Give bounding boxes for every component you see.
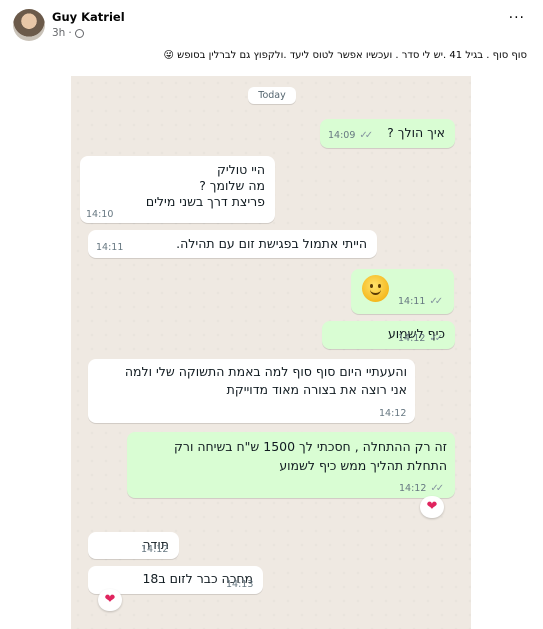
message-time: 14:09 xyxy=(328,130,356,141)
message-time: 14:13 xyxy=(226,579,254,590)
message-bubble-incoming: הייתי אתמול בפגישת זום עם תהילה. 14:11 xyxy=(88,230,377,258)
message-time: 14:12 xyxy=(399,483,427,494)
message-status: 14:09 ✓✓ xyxy=(328,128,373,144)
message-time: 14:11 xyxy=(398,296,426,307)
message-bubble-incoming: והעעתיי היום סוף סוף למה באמת התשוקה שלי… xyxy=(88,359,415,423)
message-status: 14:12 ✓✓ xyxy=(399,481,444,497)
globe-icon xyxy=(74,28,84,38)
message-text: זה רק ההתחלה , חסכתי לך 1500 ש"ח בשיחה ו… xyxy=(174,437,447,475)
read-receipt-icon: ✓✓ xyxy=(359,130,373,141)
date-divider: Today xyxy=(248,87,296,104)
read-receipt-icon: ✓✓ xyxy=(429,333,443,344)
message-line: מה שלומך ? xyxy=(199,178,265,193)
message-status: 14:12 ✓✓ xyxy=(398,331,443,347)
avatar[interactable] xyxy=(13,9,45,41)
message-line: התחלת תהליך ממש כיף לשמוע xyxy=(279,458,447,473)
message-line: פריצת דרך בשני מילים xyxy=(145,194,265,209)
post-meta: 3h · xyxy=(52,27,84,39)
read-receipt-icon: ✓✓ xyxy=(429,296,443,307)
message-bubble-outgoing: 14:11 ✓✓ xyxy=(351,269,454,314)
message-text: היי טוליק מה שלומך ? פריצת דרך בשני מילי… xyxy=(146,162,265,210)
message-time: 14:12 xyxy=(379,408,407,419)
message-text: הייתי אתמול בפגישת זום עם תהילה. xyxy=(176,236,367,251)
message-text: איך הולך ? xyxy=(387,125,445,140)
message-line: זה רק ההתחלה , חסכתי לך 1500 ש"ח בשיחה ו… xyxy=(174,439,447,454)
chat-screenshot: Today איך הולך ? 14:09 ✓✓ היי טוליק מה של… xyxy=(71,76,471,629)
message-bubble-incoming: תודה 14:12 xyxy=(88,532,179,559)
message-time: 14:12 xyxy=(141,544,169,555)
post-time[interactable]: 3h xyxy=(52,27,65,39)
message-text: והעעתיי היום סוף סוף למה באמת התשוקה שלי… xyxy=(125,363,407,399)
meta-separator: · xyxy=(68,27,72,39)
message-line: והעעתיי היום סוף סוף למה באמת התשוקה שלי… xyxy=(124,364,407,379)
message-bubble-outgoing: זה רק ההתחלה , חסכתי לך 1500 ש"ח בשיחה ו… xyxy=(127,432,455,498)
message-bubble-outgoing: כיף לשמוע 14:12 ✓✓ xyxy=(322,321,455,349)
post-caption: סוף סוף . בגיל 41 .יש לי סדר . ועכשיו אפ… xyxy=(163,50,528,61)
message-bubble-incoming: היי טוליק מה שלומך ? פריצת דרך בשני מילי… xyxy=(80,156,275,223)
message-bubble-outgoing: איך הולך ? 14:09 ✓✓ xyxy=(320,119,455,148)
message-status: 14:11 ✓✓ xyxy=(398,294,443,310)
message-line: אני רוצה את בצורה מאוד מדוייקת xyxy=(226,382,407,397)
heart-reaction-icon[interactable]: ❤ xyxy=(420,496,444,518)
author-name[interactable]: Guy Katriel xyxy=(52,10,125,24)
post-header: Guy Katriel 3h · ··· סוף סוף . בגיל 41 .… xyxy=(0,0,543,76)
more-options-icon[interactable]: ··· xyxy=(509,10,525,26)
message-time: 14:11 xyxy=(96,242,124,253)
message-time: 14:10 xyxy=(86,209,114,220)
message-line: היי טוליק xyxy=(216,162,265,177)
slightly-smiling-face-icon xyxy=(362,275,389,302)
message-time: 14:12 xyxy=(398,333,426,344)
read-receipt-icon: ✓✓ xyxy=(430,483,444,494)
heart-reaction-icon[interactable]: ❤ xyxy=(98,589,122,611)
